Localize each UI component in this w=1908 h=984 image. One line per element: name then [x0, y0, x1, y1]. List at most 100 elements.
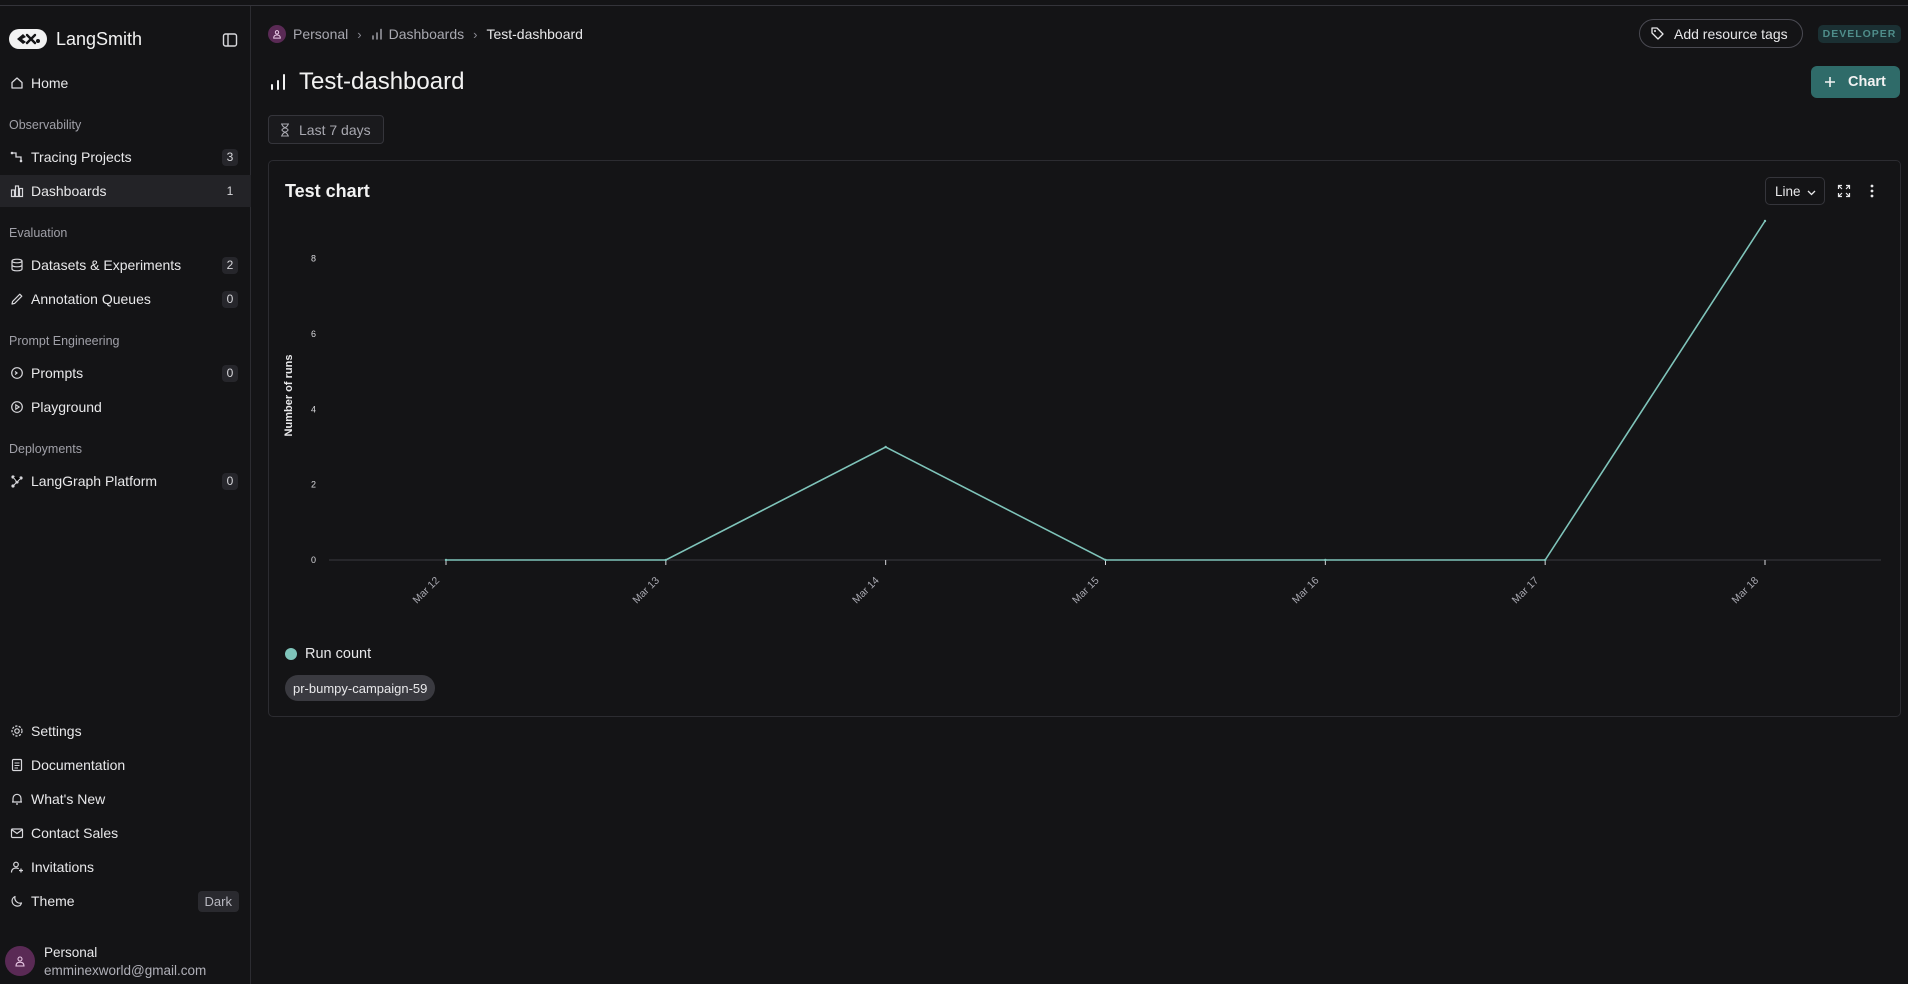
breadcrumb-dashboards[interactable]: Dashboards [371, 26, 465, 42]
y-axis-label: Number of runs [283, 355, 295, 437]
section-label-deployments: Deployments [9, 442, 82, 456]
x-tick-label: Mar 12 [411, 575, 443, 607]
theme-value-toggle[interactable]: Dark [197, 890, 239, 912]
breadcrumb-current: Test-dashboard [486, 26, 583, 42]
page-title: Test-dashboard [270, 66, 464, 98]
sidebar-item-label: Invitations [31, 859, 95, 875]
dashboard-icon [270, 73, 286, 91]
sidebar-item-prompts[interactable]: Prompts 0 [0, 357, 251, 389]
sidebar-item-whats-new[interactable]: What's New [0, 783, 251, 815]
mail-icon [9, 826, 24, 841]
sidebar-item-label: Contact Sales [31, 825, 119, 841]
sidebar-item-tracing-projects[interactable]: Tracing Projects 3 [0, 141, 251, 173]
count-badge: 0 [222, 290, 238, 308]
chevron-right-icon: › [473, 26, 478, 42]
add-resource-tags-button[interactable]: Add resource tags [1639, 19, 1803, 48]
dashboard-icon [9, 184, 24, 199]
sidebar-item-label: Theme [31, 893, 75, 909]
sidebar-item-invitations[interactable]: Invitations [0, 851, 251, 883]
bell-icon [9, 792, 24, 807]
series-filter-chip[interactable]: pr-bumpy-campaign-59 [285, 675, 436, 701]
sidebar-item-settings[interactable]: Settings [0, 715, 251, 747]
section-label-evaluation: Evaluation [9, 226, 68, 240]
sidebar-item-theme[interactable]: Theme Dark [0, 885, 251, 917]
add-resource-tags-label: Add resource tags [1674, 25, 1788, 42]
sidebar-item-dashboards[interactable]: Dashboards 1 [0, 175, 251, 207]
x-tick-label: Mar 14 [850, 575, 882, 607]
chart-legend: Run count [285, 646, 371, 662]
x-tick-label: Mar 15 [1070, 575, 1102, 607]
gear-icon [9, 724, 24, 739]
y-tick-label: 4 [311, 404, 316, 414]
x-tick-label: Mar 18 [1730, 575, 1762, 607]
sidebar-item-label: Datasets & Experiments [31, 257, 182, 273]
plus-icon [1824, 76, 1836, 88]
sidebar-item-label: Dashboards [31, 183, 107, 199]
page-title-text: Test-dashboard [299, 68, 465, 95]
graph-icon [9, 474, 24, 489]
avatar [268, 25, 286, 43]
brand-name: LangSmith [56, 28, 143, 49]
series-line-run-count [446, 220, 1766, 561]
langsmith-logo-icon [9, 29, 47, 49]
user-plus-icon [9, 860, 24, 875]
sidebar-item-documentation[interactable]: Documentation [0, 749, 251, 781]
sidebar-item-contact-sales[interactable]: Contact Sales [0, 817, 251, 849]
breadcrumb-label: Dashboards [388, 26, 465, 42]
sidebar-collapse-icon[interactable] [222, 32, 238, 48]
y-tick-label: 0 [311, 555, 316, 565]
plan-badge: DEVELOPER [1818, 25, 1901, 43]
sidebar-item-home[interactable]: Home [0, 67, 251, 99]
pencil-icon [9, 292, 24, 307]
sidebar-item-label: Annotation Queues [31, 291, 151, 307]
dashboard-icon [371, 28, 383, 40]
sidebar-item-label: Home [31, 75, 69, 91]
y-tick-label: 6 [311, 329, 316, 339]
section-label-observability: Observability [9, 118, 82, 132]
date-range-button[interactable]: Last 7 days [268, 115, 384, 144]
profile-menu[interactable]: Personal emminexworld@gmail.com [5, 940, 245, 980]
breadcrumb: Personal › Dashboards › Test-dashboard [268, 24, 583, 44]
sidebar-item-annotation-queues[interactable]: Annotation Queues 0 [0, 283, 251, 315]
x-tick-label: Mar 16 [1290, 575, 1322, 607]
sidebar-item-label: LangGraph Platform [31, 473, 158, 489]
document-icon [9, 758, 24, 773]
sidebar-item-label: Playground [31, 399, 102, 415]
sidebar-item-datasets[interactable]: Datasets & Experiments 2 [0, 249, 251, 281]
profile-name: Personal [44, 945, 98, 960]
y-tick-label: 8 [311, 254, 316, 264]
count-badge: 3 [222, 148, 238, 166]
count-badge: 1 [226, 184, 234, 198]
sidebar-item-label: Tracing Projects [31, 149, 132, 165]
brand[interactable]: LangSmith [9, 26, 142, 52]
home-icon [9, 76, 24, 91]
window-top-border [0, 0, 1908, 6]
line-chart: 0 2 4 6 8 Mar 12 Mar 13 Mar 14 Mar 15 Mar 16 Mar 1… [283, 219, 1881, 607]
sidebar-item-label: What's New [31, 791, 106, 807]
legend-label: Run count [305, 646, 372, 662]
x-tick-label: Mar 17 [1510, 575, 1542, 607]
date-range-label: Last 7 days [299, 121, 371, 138]
count-badge: 0 [222, 472, 238, 490]
y-tick-label: 2 [311, 480, 316, 490]
sidebar-item-langgraph-platform[interactable]: LangGraph Platform 0 [0, 465, 251, 497]
breadcrumb-label: Personal [293, 26, 349, 42]
database-icon [9, 258, 24, 273]
legend-swatch [285, 648, 297, 660]
add-chart-label: Chart [1848, 74, 1886, 90]
count-badge: 2 [222, 256, 238, 274]
chart-card: Test chart Line 0 2 4 6 8 Mar 12 Mar 13 Mar 14 M… [268, 160, 1901, 717]
play-icon [9, 400, 24, 415]
count-badge: 0 [222, 364, 238, 382]
hourglass-icon [279, 122, 291, 137]
add-chart-button[interactable]: Chart [1811, 66, 1900, 98]
profile-email: emminexworld@gmail.com [44, 963, 207, 978]
tracing-icon [9, 150, 24, 165]
sidebar-item-label: Documentation [31, 757, 126, 773]
sidebar-item-label: Settings [31, 723, 82, 739]
x-tick-label: Mar 13 [630, 575, 662, 607]
breadcrumb-personal[interactable]: Personal [268, 25, 348, 43]
sidebar-item-playground[interactable]: Playground [0, 391, 251, 423]
tag-icon [1650, 26, 1665, 41]
moon-icon [9, 894, 24, 909]
